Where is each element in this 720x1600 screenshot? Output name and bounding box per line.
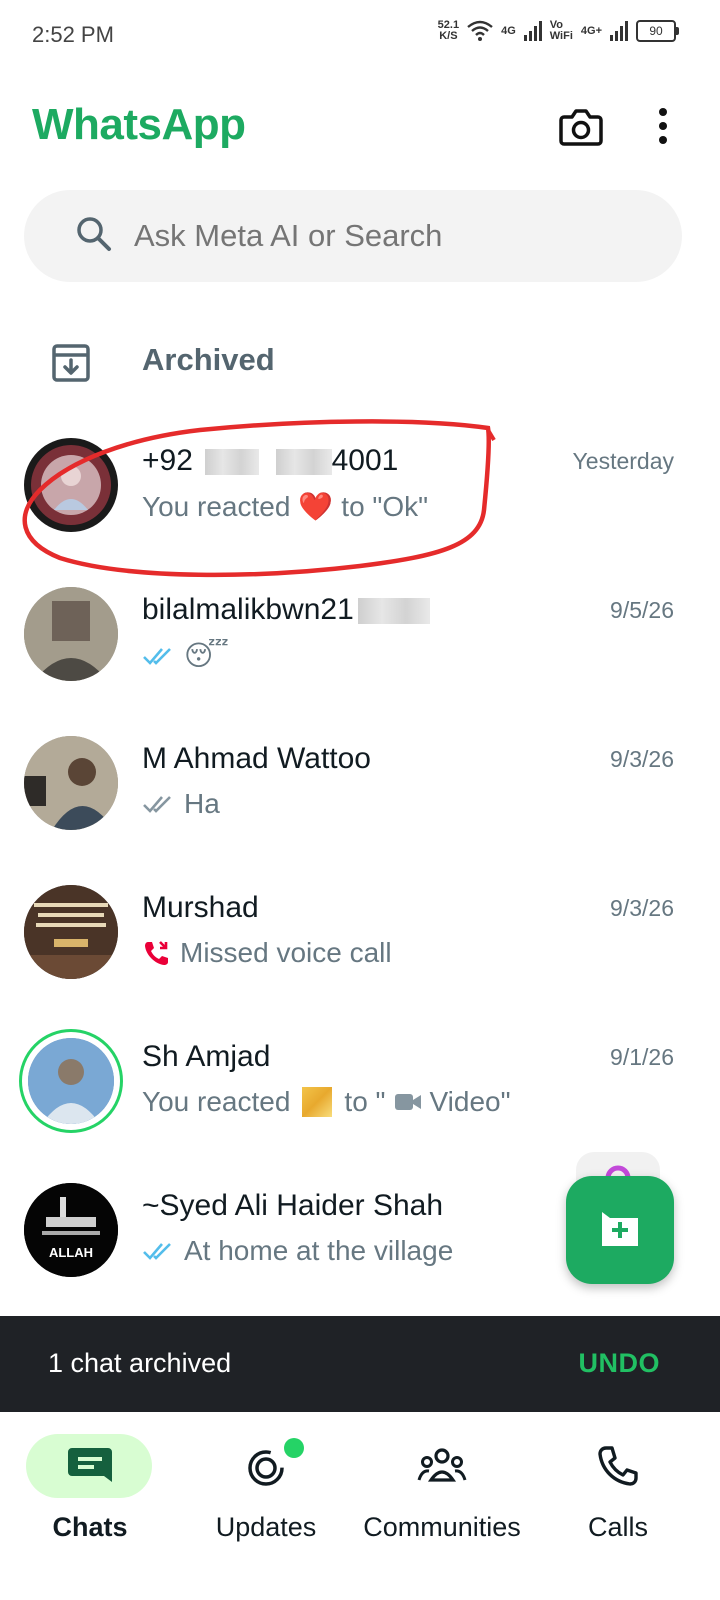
redacted-block [357, 598, 430, 625]
avatar [24, 885, 118, 979]
network-speed-unit: K/S [439, 30, 458, 42]
chat-row[interactable]: M Ahmad Wattoo 9/3/26 Ha [0, 728, 720, 876]
chat-row[interactable]: Murshad 9/3/26 Missed voice call [0, 877, 720, 1025]
search-bar[interactable] [24, 190, 682, 282]
updates-badge [284, 1438, 304, 1458]
video-icon [394, 1094, 421, 1110]
preview-text: Video" [429, 1086, 511, 1117]
network-speed: 52.1 K/S [438, 20, 459, 42]
more-vert-icon [659, 108, 667, 144]
chat-name: Sh Amjad [142, 1040, 271, 1073]
reaction-emoji-redacted [302, 1087, 333, 1117]
avatar [24, 438, 118, 532]
new-chat-button[interactable] [566, 1176, 674, 1284]
chat-time: 9/1/26 [610, 1044, 674, 1070]
preview-text: to "Ok" [341, 490, 429, 522]
preview-text: Ha [184, 788, 220, 819]
status-bar: 2:52 PM 52.1 K/S 4G Vo WiFi 4G+ 90 [0, 0, 720, 72]
chat-preview: At home at the village [142, 1235, 453, 1267]
nav-communities[interactable]: Communities [352, 1412, 532, 1600]
battery-icon: 90 [636, 20, 679, 42]
search-icon [77, 217, 111, 251]
avatar [28, 1038, 114, 1124]
menu-button[interactable] [648, 104, 678, 150]
chat-preview: Missed voice call [142, 937, 392, 969]
chat-row[interactable]: +92 4001 Yesterday You reacted ❤️ to "Ok… [0, 430, 720, 578]
signal-icon [523, 21, 542, 41]
chat-name: ~Syed Ali Haider Shah [142, 1189, 444, 1222]
sim1-label: 4G [501, 24, 516, 37]
status-icons: 52.1 K/S 4G Vo WiFi 4G+ 90 [438, 19, 679, 42]
reaction-emoji: ❤️ [298, 491, 334, 522]
archived-label: Archived [142, 342, 275, 377]
calls-icon [598, 1446, 638, 1486]
nav-label: Calls [587, 1512, 648, 1542]
wifi-icon [467, 20, 493, 41]
chat-name-text: bilalmalikbwn21 [142, 593, 354, 626]
preview-text: You reacted [142, 490, 291, 522]
redacted-block [205, 449, 260, 476]
nav-chats[interactable]: Chats [0, 1412, 180, 1600]
app-title: WhatsApp [32, 100, 246, 149]
chat-preview: You reacted to " Video" [142, 1086, 511, 1118]
avatar: ALLAH [24, 1183, 118, 1277]
chat-name: +92 4001 [142, 444, 398, 478]
snackbar-message: 1 chat archived [48, 1348, 232, 1378]
chat-row[interactable]: bilalmalikbwn21 9/5/26 😴 [0, 579, 720, 727]
chats-icon [68, 1448, 112, 1482]
camera-icon [559, 109, 603, 146]
read-ticks-icon [143, 647, 171, 665]
chat-time: Yesterday [572, 448, 674, 474]
chat-time: 9/5/26 [610, 597, 674, 623]
preview-text: At home at the village [184, 1235, 454, 1266]
avatar-text: ALLAH [48, 1245, 94, 1260]
chat-preview: You reacted ❤️ to "Ok" [142, 490, 428, 523]
nav-calls[interactable]: Calls [528, 1412, 708, 1600]
communities-icon [417, 1448, 467, 1482]
avatar [24, 587, 118, 681]
chat-name: M Ahmad Wattoo [142, 742, 371, 775]
signal-icon-2 [610, 21, 628, 41]
chat-time: 9/3/26 [610, 895, 674, 921]
new-chat-icon [602, 1212, 638, 1246]
chat-preview: Ha [142, 788, 220, 820]
chat-name-prefix: +92 [142, 444, 193, 477]
status-time: 2:52 PM [32, 22, 114, 47]
nav-label: Updates [215, 1512, 317, 1542]
chat-name-suffix: 4001 [331, 444, 399, 477]
delivered-ticks-icon [143, 796, 171, 813]
nav-updates[interactable]: Updates [176, 1412, 356, 1600]
archive-icon [52, 344, 90, 382]
battery-level: 90 [649, 24, 663, 38]
undo-button[interactable]: UNDO [579, 1348, 661, 1379]
camera-button[interactable] [558, 104, 604, 150]
nav-label: Communities [363, 1512, 521, 1542]
snackbar: 1 chat archived UNDO [0, 1316, 720, 1412]
bottom-nav: Chats Updates Communities Calls [0, 1412, 720, 1600]
archived-row[interactable]: Archived [0, 320, 720, 404]
chat-name: bilalmalikbwn21 [142, 593, 434, 627]
preview-emoji: 😴 [184, 640, 229, 671]
missed-call-icon [145, 941, 168, 965]
preview-text: Missed voice call [180, 937, 392, 968]
chat-name: Murshad [142, 891, 259, 924]
nav-label: Chats [52, 1512, 128, 1542]
preview-text: You reacted [142, 1086, 291, 1117]
sim2-label: 4G+ [580, 24, 602, 37]
read-ticks-icon [143, 1243, 171, 1260]
chat-preview: 😴 [142, 639, 229, 672]
preview-text: to " [344, 1086, 386, 1117]
redacted-block [275, 449, 332, 476]
volte-label: Vo WiFi [549, 19, 573, 42]
chat-time: 9/3/26 [610, 746, 674, 772]
avatar [24, 736, 118, 830]
search-input[interactable] [134, 190, 634, 282]
